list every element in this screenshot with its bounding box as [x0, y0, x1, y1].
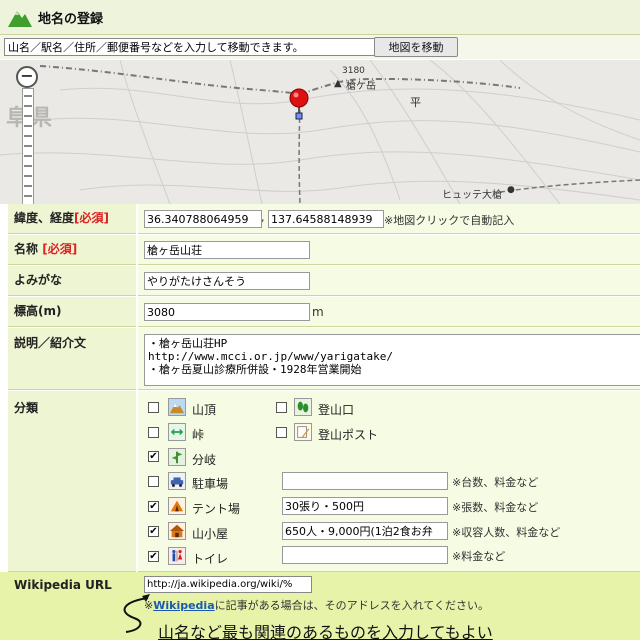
car-icon	[168, 472, 186, 490]
checkbox-pass[interactable]	[148, 427, 159, 438]
checkbox-parking[interactable]	[148, 476, 159, 487]
zoom-out-button[interactable]: −	[16, 66, 38, 88]
parking-detail-input[interactable]	[282, 472, 448, 490]
category-label-tent: テント場	[192, 502, 241, 516]
category-label-toilet: トイレ	[192, 552, 229, 566]
checkbox-toilet[interactable]: ✔	[148, 551, 159, 562]
category-label-pass: 峠	[192, 428, 205, 442]
move-map-button[interactable]: 地図を移動	[374, 37, 458, 57]
category-label-peak: 山頂	[192, 403, 217, 417]
page-title: 地名の登録	[38, 12, 104, 27]
elevation-unit: m	[312, 305, 324, 319]
elevation-label-cell: 標高(m)	[8, 297, 136, 327]
elevation-input[interactable]	[144, 303, 310, 321]
description-label: 説明／紹介文	[14, 336, 87, 350]
checkbox-hut[interactable]: ✔	[148, 526, 159, 537]
page-header: 地名の登録	[0, 0, 640, 35]
checkbox-junction[interactable]: ✔	[148, 451, 159, 462]
coords-separator: ,	[261, 211, 265, 224]
longitude-input[interactable]	[268, 210, 384, 228]
junction-sign-icon	[168, 448, 186, 466]
zoom-slider[interactable]	[22, 88, 34, 204]
latitude-input[interactable]	[144, 210, 262, 228]
description-label-cell: 説明／紹介文	[8, 328, 136, 390]
mountain-logo-icon	[8, 11, 32, 27]
wikipedia-url-input[interactable]	[144, 576, 312, 593]
hut-label: ヒュッテ大槍	[442, 190, 502, 201]
hut-detail-input[interactable]	[282, 522, 448, 540]
area-label: 平	[410, 96, 421, 109]
map-terrain	[0, 60, 640, 204]
required-badge: [必須]	[42, 242, 78, 256]
wikipedia-label: Wikipedia URL	[14, 578, 112, 592]
footprints-icon	[294, 398, 312, 416]
tent-detail-input[interactable]	[282, 497, 448, 515]
checkbox-trailhead[interactable]	[276, 402, 287, 413]
coords-label: 緯度、経度	[14, 211, 75, 225]
category-label-post: 登山ポスト	[318, 428, 379, 442]
peak-name-label: 槍ケ岳	[346, 81, 376, 92]
checkbox-tent[interactable]: ✔	[148, 501, 159, 512]
category-label-junction: 分岐	[192, 453, 217, 467]
description-textarea[interactable]: ・槍ヶ岳山荘HP http://www.mcci.or.jp/www/yarig…	[144, 334, 640, 386]
pass-arrows-icon	[168, 423, 186, 441]
toilet-note: ※料金など	[452, 550, 506, 563]
reading-label-cell: よみがな	[8, 266, 136, 296]
checkbox-peak[interactable]	[148, 402, 159, 413]
wikipedia-note-suffix: に記事がある場合は、そのアドレスを入れてください。	[214, 599, 489, 612]
location-search-input[interactable]	[4, 38, 376, 56]
reading-label: よみがな	[14, 273, 63, 287]
toilet-detail-input[interactable]	[282, 546, 448, 564]
category-label: 分類	[14, 401, 39, 415]
toilet-icon	[168, 547, 186, 565]
annotation-hint: 山名など最も関連のあるものを入力してもよい	[158, 623, 493, 642]
category-label-parking: 駐車場	[192, 477, 229, 491]
elevation-label: 標高(m)	[14, 304, 62, 318]
tent-note: ※張数、料金など	[452, 501, 539, 514]
coords-label-cell: 緯度、経度[必須]	[8, 204, 136, 234]
wikipedia-note: ※Wikipediaに記事がある場合は、そのアドレスを入れてください。	[144, 597, 489, 613]
parking-note: ※台数、料金など	[452, 476, 539, 489]
hut-marker-icon: ●	[507, 185, 515, 195]
hut-icon	[168, 522, 186, 540]
name-label-cell: 名称 [必須]	[8, 235, 136, 265]
category-label-hut: 山小屋	[192, 527, 229, 541]
post-pencil-icon	[294, 423, 312, 441]
wikipedia-link[interactable]: Wikipedia	[153, 599, 214, 612]
map-view[interactable]: 阜県 3180 ▲ 槍ケ岳 平 ヒュッテ大槍 ● −	[0, 60, 640, 204]
required-badge: [必須]	[74, 211, 109, 225]
peak-marker-icon: ▲	[334, 78, 342, 89]
coords-note: ※地図クリックで自動記入	[384, 214, 515, 227]
location-pin-icon[interactable]	[288, 88, 312, 122]
annotation-arrow-icon	[123, 594, 150, 633]
category-label-cell: 分類	[8, 391, 136, 572]
name-label: 名称	[14, 242, 39, 256]
category-label-trailhead: 登山口	[318, 403, 355, 417]
reading-input[interactable]	[144, 272, 310, 290]
checkbox-post[interactable]	[276, 427, 287, 438]
peak-elevation-label: 3180	[342, 66, 365, 76]
name-input[interactable]	[144, 241, 310, 259]
mountain-icon	[168, 398, 186, 416]
tent-icon	[168, 497, 186, 515]
hut-note: ※収容人数、料金など	[452, 526, 561, 539]
